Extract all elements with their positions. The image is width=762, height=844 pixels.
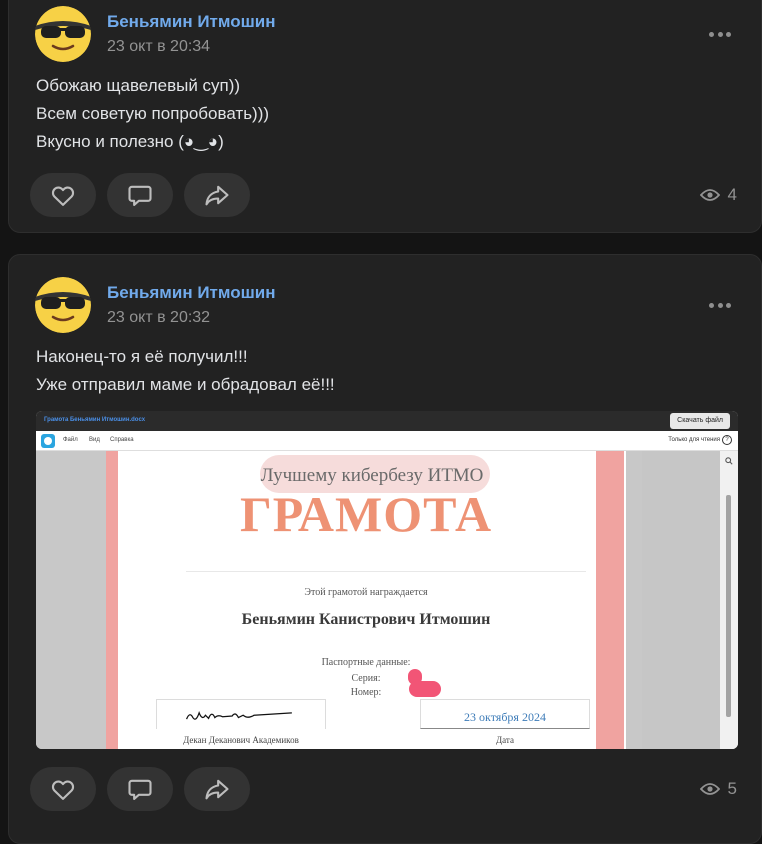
scrollbar-thumb[interactable] (726, 495, 731, 717)
views-counter: 5 (699, 779, 737, 799)
sunglasses-emoji-icon (35, 6, 91, 62)
sunglasses-emoji-icon (35, 277, 91, 333)
share-icon (205, 779, 229, 800)
download-button[interactable]: Скачать файл (670, 413, 730, 429)
menu-view[interactable]: Вид (89, 437, 100, 443)
doc-header-bar: Грамота Беньямин Итмошин.docx Скачать фа… (36, 411, 738, 431)
views-count: 5 (727, 779, 737, 798)
comment-button[interactable] (107, 173, 173, 217)
doc-menu-bar: Файл Вид Справка Только для чтения ? (36, 431, 738, 451)
attached-image[interactable]: Грамота Беньямин Итмошин.docx Скачать фа… (36, 411, 738, 749)
post-time[interactable]: 23 окт в 20:32 (107, 309, 210, 327)
certificate-title: ГРАМОТА (239, 486, 493, 542)
divider (186, 571, 586, 572)
heart-icon (51, 780, 75, 800)
help-icon[interactable]: ? (722, 435, 732, 445)
menu-help[interactable]: Справка (110, 437, 134, 443)
comment-icon (128, 185, 152, 206)
read-only-label: Только для чтения (668, 437, 720, 443)
share-button[interactable] (184, 173, 250, 217)
passport-label: Паспортные данные: (321, 657, 411, 668)
certificate-page: Лучшему кибербезу ИТМО ГРАМОТА Этой грам… (106, 451, 626, 749)
comment-button[interactable] (107, 767, 173, 811)
share-button[interactable] (184, 767, 250, 811)
recipient-name: Беньямин Канистрович Итмошин (241, 611, 491, 628)
avatar[interactable] (35, 6, 91, 62)
search-icon[interactable] (725, 457, 733, 465)
like-button[interactable] (30, 767, 96, 811)
views-count: 4 (727, 185, 737, 204)
signer-name: Декан Деканович Академиков (183, 735, 299, 745)
redaction-mark (409, 681, 441, 697)
comment-icon (128, 779, 152, 800)
certificate-date: 23 октября 2024 (464, 710, 546, 724)
doc-scrollbar[interactable] (720, 451, 738, 749)
signature-icon (185, 711, 292, 720)
views-counter: 4 (699, 185, 737, 205)
like-button[interactable] (30, 173, 96, 217)
menu-file[interactable]: Файл (63, 437, 78, 443)
heart-icon (51, 186, 75, 206)
avatar[interactable] (35, 277, 91, 333)
awarded-text: Этой грамотой награждается (304, 587, 428, 598)
eye-icon (699, 189, 720, 201)
more-icon[interactable] (709, 302, 731, 308)
post-actions (30, 767, 250, 811)
author-name[interactable]: Беньямин Итмошин (107, 283, 276, 303)
share-icon (205, 185, 229, 206)
post-actions (30, 173, 250, 217)
post-text: Обожаю щавелевый суп)) Всем советую попр… (36, 76, 270, 151)
more-icon[interactable] (709, 31, 731, 37)
author-name[interactable]: Беньямин Итмошин (107, 12, 276, 32)
app-logo-icon (41, 434, 55, 448)
award-line: Лучшему кибербезу ИТМО (260, 465, 484, 486)
series-label: Серия: (351, 673, 381, 684)
eye-icon (699, 783, 720, 795)
post-time[interactable]: 23 окт в 20:34 (107, 38, 210, 56)
post-text: Наконец-то я её получил!!! Уже отправил … (36, 347, 335, 394)
number-label: Номер: (350, 687, 382, 698)
date-label: Дата (496, 735, 514, 745)
signature-box (156, 699, 326, 729)
doc-filename: Грамота Беньямин Итмошин.docx (44, 417, 146, 423)
post: Беньямин Итмошин 23 окт в 20:34 Обожаю щ… (8, 0, 762, 233)
post: Беньямин Итмошин 23 окт в 20:32 Наконец-… (8, 254, 762, 844)
